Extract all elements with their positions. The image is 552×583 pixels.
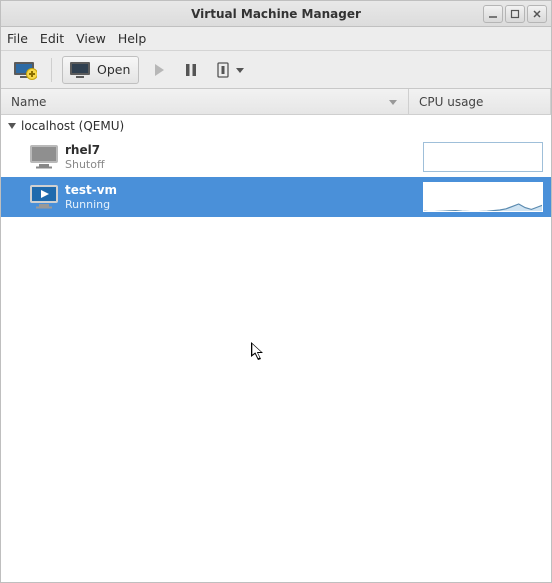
column-name[interactable]: Name: [1, 89, 409, 114]
menubar: File Edit View Help: [1, 27, 551, 51]
close-button[interactable]: [527, 5, 547, 23]
titlebar: Virtual Machine Manager: [1, 1, 551, 27]
vm-status: Running: [65, 198, 419, 212]
menu-file[interactable]: File: [7, 31, 28, 46]
app-window: Virtual Machine Manager File Edit View H…: [0, 0, 552, 583]
vm-name-cell: test-vm Running: [65, 183, 419, 212]
new-vm-button[interactable]: [9, 56, 41, 84]
vm-cpu-cell: [419, 138, 551, 176]
host-label: localhost (QEMU): [21, 119, 124, 133]
vm-name: test-vm: [65, 183, 419, 198]
pause-button[interactable]: [179, 56, 203, 84]
column-name-label: Name: [11, 95, 46, 109]
host-row[interactable]: localhost (QEMU): [1, 115, 551, 137]
run-button[interactable]: [147, 56, 171, 84]
toolbar-separator: [51, 58, 52, 82]
mouse-cursor-icon: [251, 342, 267, 362]
monitor-off-icon: [29, 144, 59, 170]
vm-icon-cell: [1, 144, 65, 170]
chevron-down-icon: [235, 65, 245, 75]
column-cpu-label: CPU usage: [419, 95, 483, 109]
toolbar: Open: [1, 51, 551, 89]
open-label: Open: [97, 62, 130, 77]
vm-name: rhel7: [65, 143, 419, 158]
menu-edit[interactable]: Edit: [40, 31, 64, 46]
column-headers: Name CPU usage: [1, 89, 551, 115]
sort-indicator-icon: [388, 97, 398, 107]
cpu-sparkline: [423, 142, 543, 172]
vm-tree[interactable]: localhost (QEMU) rhel7 Shutoff: [1, 115, 551, 582]
open-console-button[interactable]: Open: [62, 56, 139, 84]
expand-collapse-icon[interactable]: [7, 121, 17, 131]
vm-row[interactable]: rhel7 Shutoff: [1, 137, 551, 177]
menu-help[interactable]: Help: [118, 31, 147, 46]
vm-row[interactable]: test-vm Running: [1, 177, 551, 217]
vm-icon-cell: [1, 184, 65, 210]
shutdown-menu-button[interactable]: [211, 56, 249, 84]
vm-status: Shutoff: [65, 158, 419, 172]
menu-view[interactable]: View: [76, 31, 106, 46]
minimize-button[interactable]: [483, 5, 503, 23]
vm-name-cell: rhel7 Shutoff: [65, 143, 419, 172]
vm-cpu-cell: [419, 178, 551, 216]
column-cpu[interactable]: CPU usage: [409, 89, 551, 114]
window-title: Virtual Machine Manager: [1, 7, 551, 21]
window-controls: [483, 5, 551, 23]
maximize-button[interactable]: [505, 5, 525, 23]
monitor-running-icon: [29, 184, 59, 210]
cpu-sparkline: [423, 182, 543, 212]
